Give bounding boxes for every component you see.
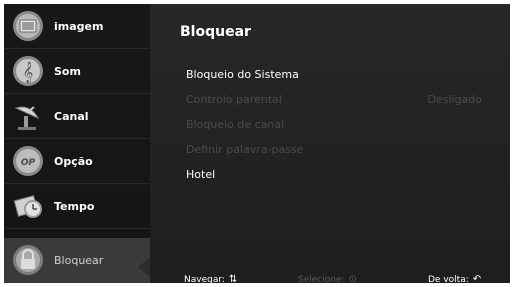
sidebar-item-label: Opção: [54, 155, 93, 168]
svg-text:OP: OP: [21, 158, 36, 168]
option-bloqueio-de-canal[interactable]: Bloqueio de canal: [186, 118, 284, 131]
footer-navigate-label: Navegar:: [184, 275, 225, 283]
option-controlo-parental[interactable]: Controlo parental: [186, 93, 282, 106]
option-definir-palavra-passe[interactable]: Definir palavra-passe: [186, 143, 303, 156]
sidebar-item-label: Tempo: [54, 200, 95, 213]
footer-select: Selecione: ⊙: [298, 274, 357, 283]
sidebar-item-imagem[interactable]: imagem: [4, 4, 150, 49]
settings-panel: Bloquear Bloqueio do Sistema Controlo pa…: [150, 4, 510, 283]
tv-settings-screen: imagem 𝄞 Som Canal OP Opção Tempo Bloque…: [4, 4, 510, 283]
option-bloqueio-do-sistema[interactable]: Bloqueio do Sistema: [186, 68, 299, 81]
selection-arrow-indicator: [138, 257, 150, 277]
satellite-dish-icon: [14, 106, 40, 130]
sidebar-item-bloquear[interactable]: Bloquear: [4, 238, 150, 283]
sidebar-item-label: Som: [54, 65, 81, 78]
sidebar-item-label: imagem: [54, 20, 104, 33]
sidebar: imagem 𝄞 Som Canal OP Opção Tempo Bloque…: [4, 4, 150, 283]
sidebar-item-som[interactable]: 𝄞 Som: [4, 49, 150, 94]
sidebar-item-label: Canal: [54, 110, 89, 123]
lock-icon: [13, 245, 43, 275]
clock-icon: [13, 195, 42, 218]
ok-button-icon: ⊙: [348, 274, 357, 283]
back-arrow-icon: ↶: [472, 274, 482, 283]
option-value-controlo-parental: Desligado: [427, 93, 482, 106]
footer-navigate: Navegar: ⇅: [184, 274, 237, 283]
footer-back: De volta: ↶: [428, 274, 481, 283]
option-icon: OP: [13, 146, 43, 176]
svg-text:𝄞: 𝄞: [23, 62, 34, 83]
music-note-icon: 𝄞: [13, 56, 43, 86]
footer-back-label: De volta:: [428, 275, 469, 283]
sidebar-item-canal[interactable]: Canal: [4, 94, 150, 139]
image-icon: [13, 11, 43, 41]
sidebar-item-label: Bloquear: [54, 254, 104, 267]
sidebar-item-opcao[interactable]: OP Opção: [4, 139, 150, 184]
option-hotel[interactable]: Hotel: [186, 168, 215, 181]
footer-select-label: Selecione:: [298, 275, 345, 283]
navigate-arrows-icon: ⇅: [228, 274, 238, 283]
sidebar-item-tempo[interactable]: Tempo: [4, 184, 150, 229]
page-title: Bloquear: [180, 24, 251, 40]
